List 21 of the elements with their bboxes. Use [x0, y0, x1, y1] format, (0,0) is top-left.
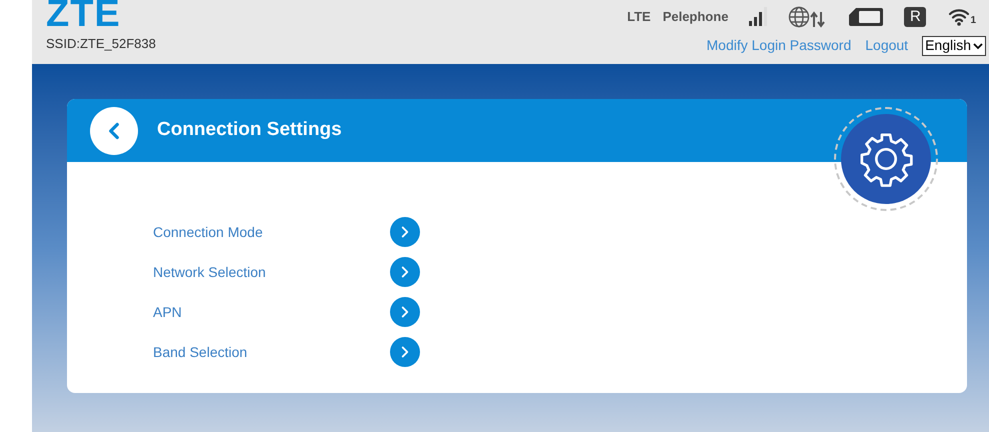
- modify-password-link[interactable]: Modify Login Password: [706, 35, 852, 56]
- menu-item-label[interactable]: Band Selection: [153, 342, 390, 362]
- back-button[interactable]: [90, 106, 138, 154]
- open-item-button[interactable]: [390, 217, 420, 247]
- open-item-button[interactable]: [390, 257, 420, 287]
- menu-item-label[interactable]: Connection Mode: [153, 222, 390, 242]
- sim-card-icon: [848, 7, 884, 27]
- caret-icon: [973, 42, 983, 50]
- language-select[interactable]: English: [922, 36, 986, 56]
- open-item-button[interactable]: [390, 337, 420, 367]
- wifi-icon: [948, 8, 970, 26]
- menu-item-label[interactable]: Network Selection: [153, 262, 390, 282]
- network-type: LTE: [627, 8, 651, 26]
- roaming-badge: R: [904, 7, 926, 27]
- open-item-button[interactable]: [390, 297, 420, 327]
- operator-name: Pelephone: [662, 8, 728, 26]
- card-title: Connection Settings: [157, 118, 342, 142]
- wifi-client-count: 1: [970, 16, 976, 26]
- menu-item-label[interactable]: APN: [153, 302, 390, 322]
- ssid-label: SSID:ZTE_52F838: [46, 35, 156, 53]
- logout-link[interactable]: Logout: [865, 35, 908, 56]
